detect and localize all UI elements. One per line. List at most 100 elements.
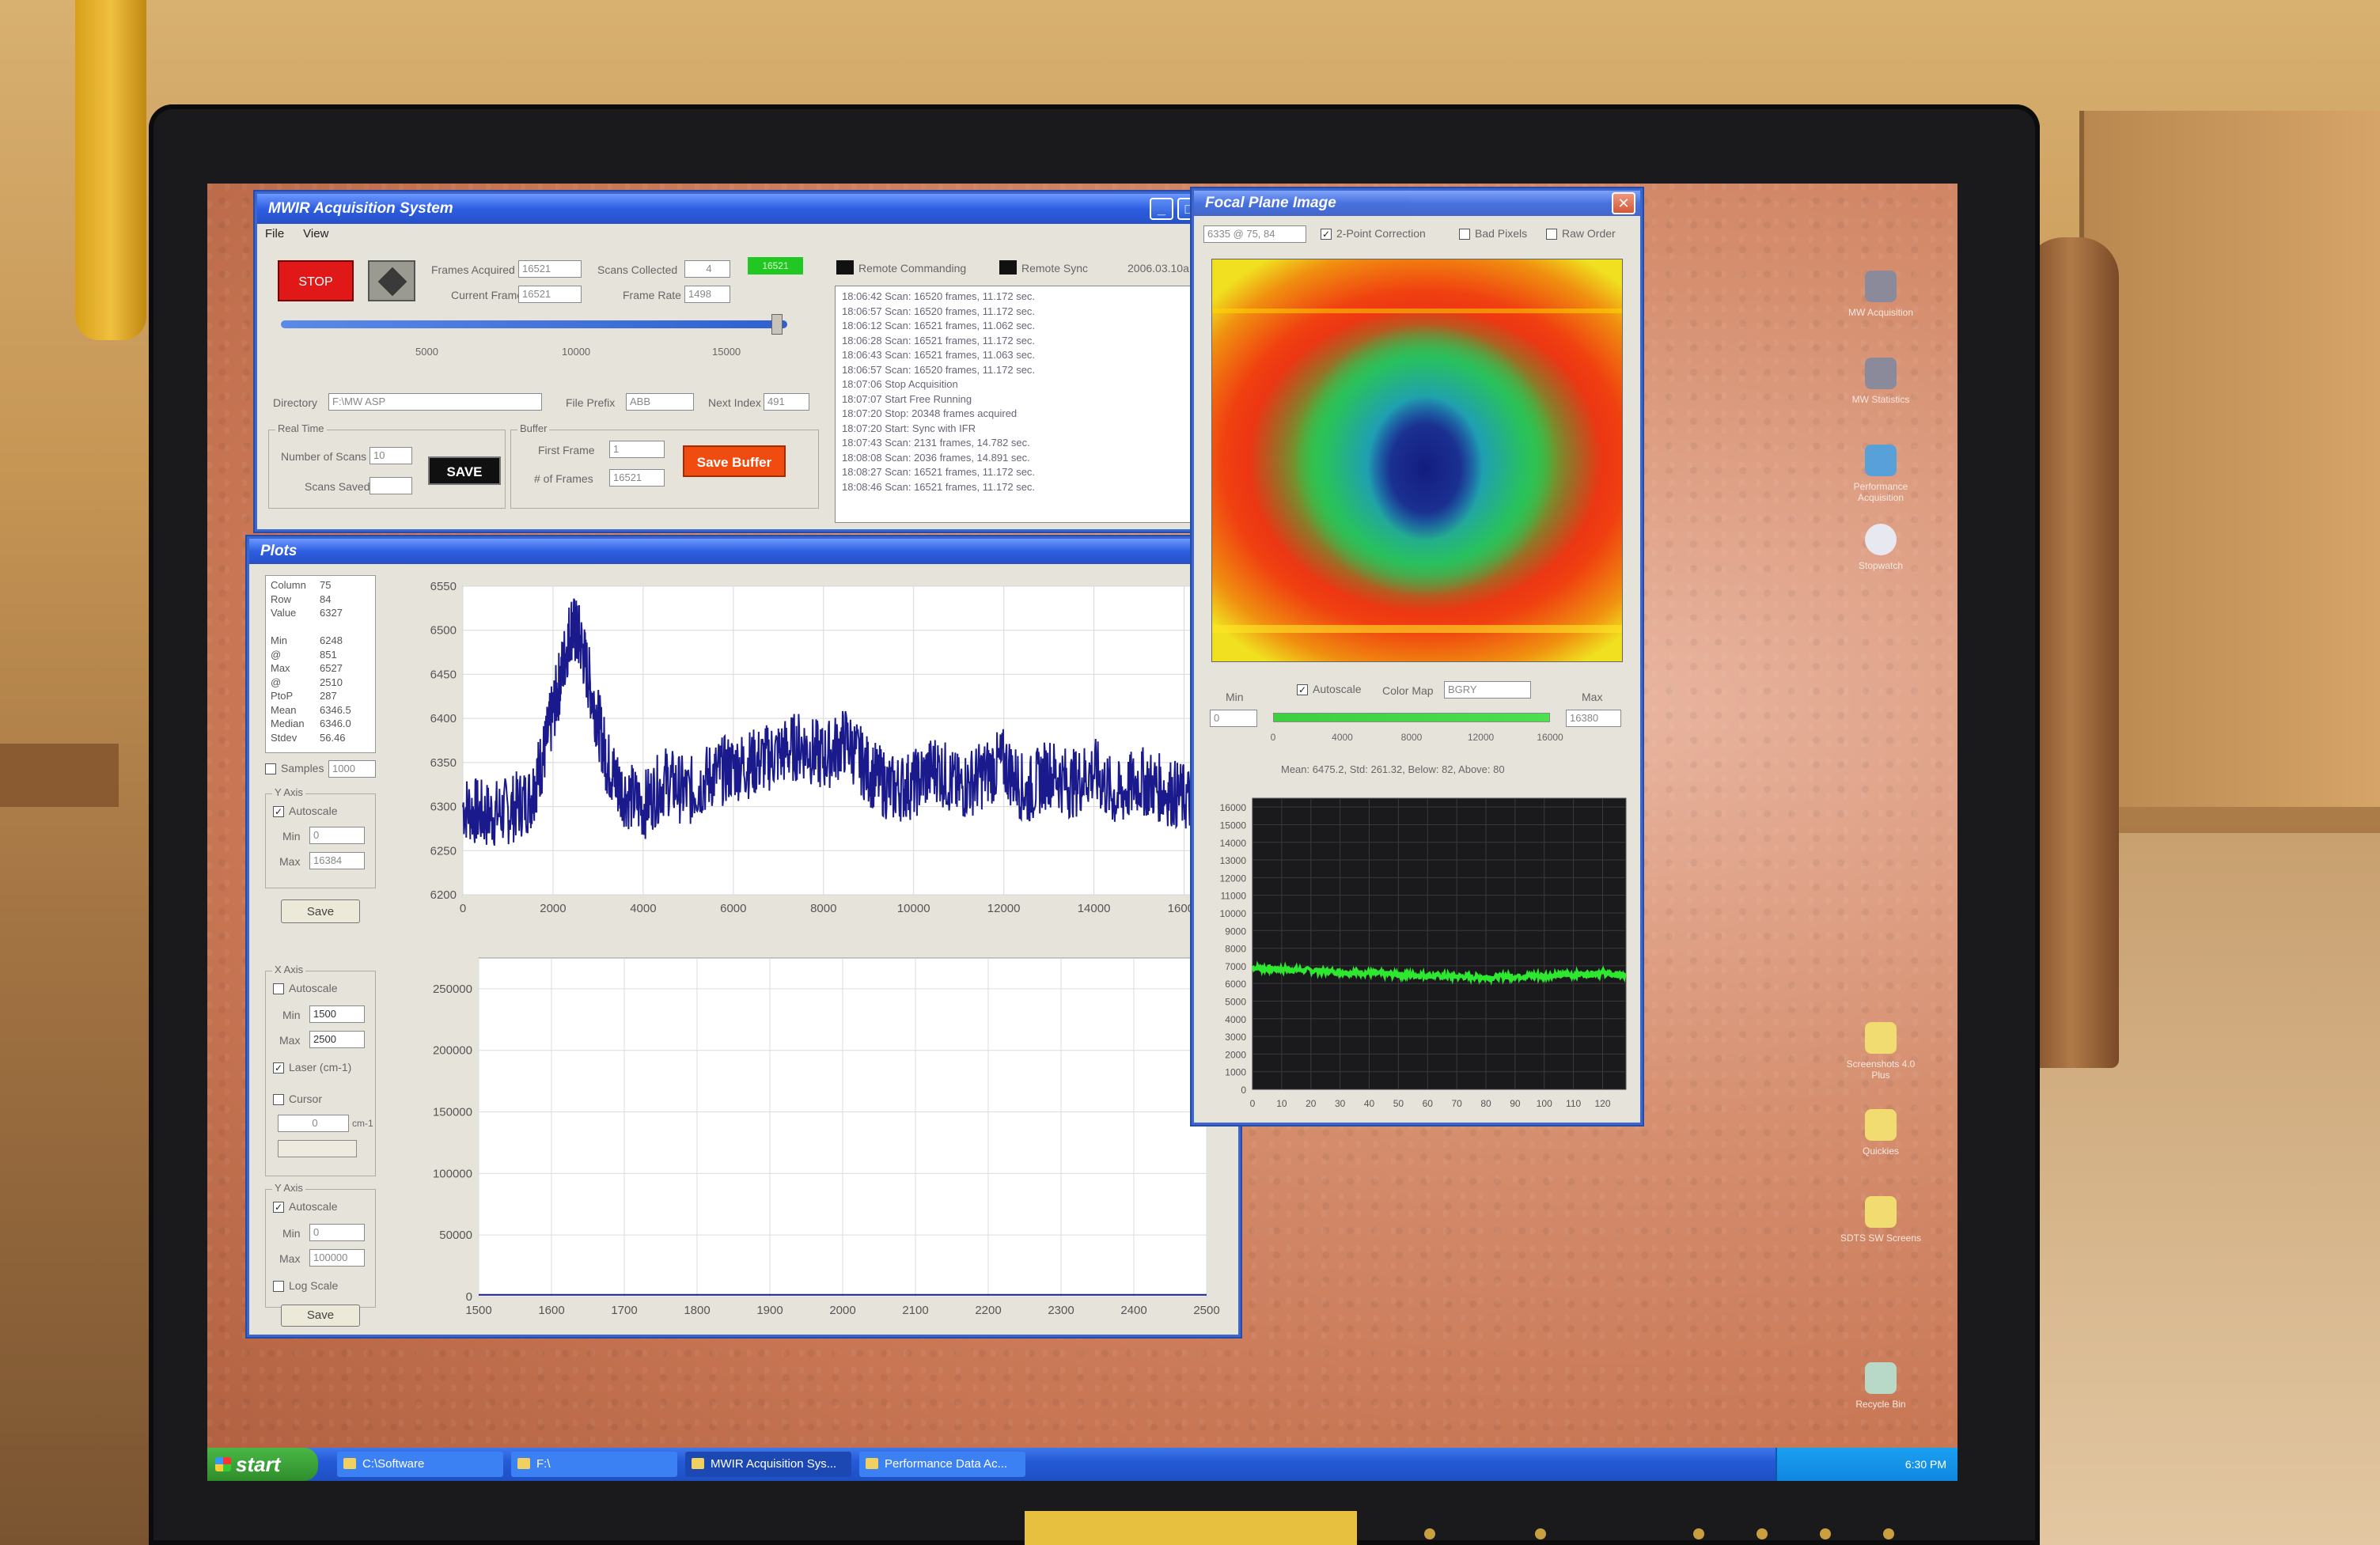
- stop-button[interactable]: STOP: [278, 260, 354, 301]
- log-line: 18:07:07 Start Free Running: [842, 392, 972, 405]
- taskbar-item-software[interactable]: C:\Software: [337, 1452, 503, 1477]
- frames-acquired-label: Frames Acquired: [431, 263, 515, 276]
- remote-commanding-toggle[interactable]: [836, 260, 854, 275]
- cursor-checkbox[interactable]: Cursor: [273, 1092, 323, 1106]
- x-tick-label: 20: [1306, 1098, 1317, 1109]
- colormap-tick: 12000: [1467, 732, 1495, 743]
- taskbar-item-mwir[interactable]: MWIR Acquisition Sys...: [685, 1452, 851, 1477]
- plots-titlebar[interactable]: Plots ✕: [249, 539, 1238, 564]
- desk: [0, 744, 119, 807]
- stat-key: Stdev: [271, 731, 298, 744]
- log-scale-checkbox[interactable]: Log Scale: [273, 1279, 338, 1293]
- frame-slider[interactable]: [281, 320, 787, 328]
- cursor-field[interactable]: 0: [278, 1115, 349, 1132]
- save-button[interactable]: Save: [281, 899, 360, 923]
- y2-max-field[interactable]: 100000: [309, 1249, 365, 1267]
- bad-pixels-checkbox[interactable]: Bad Pixels: [1459, 227, 1527, 240]
- save-button[interactable]: Save: [281, 1305, 360, 1327]
- directory-field[interactable]: F:\MW ASP: [328, 393, 542, 411]
- frame-slider-thumb[interactable]: [771, 314, 783, 335]
- image-stats: Mean: 6475.2, Std: 261.32, Below: 82, Ab…: [1281, 763, 1505, 775]
- x-min-field[interactable]: 1500: [309, 1005, 365, 1023]
- log-line: 18:07:20 Start: Sync with IFR: [842, 422, 976, 434]
- acquisition-window: MWIR Acquisition System _ □ ✕ File View …: [255, 191, 1236, 532]
- y-max-field[interactable]: 16384: [309, 852, 365, 869]
- num-frames-field[interactable]: 16521: [609, 469, 665, 487]
- y-tick-label: 6450: [430, 668, 457, 681]
- desktop-icon-recycle-bin[interactable]: Recycle Bin: [1837, 1362, 1924, 1410]
- cursor-label: Cursor: [289, 1092, 323, 1105]
- desktop-icon-quickies[interactable]: Quickies: [1837, 1109, 1924, 1157]
- next-index-field[interactable]: 491: [764, 393, 809, 411]
- two-point-checkbox[interactable]: ✓ 2-Point Correction: [1321, 227, 1426, 240]
- plot-area[interactable]: [1252, 797, 1627, 1090]
- desktop-icon-sdts[interactable]: SDTS SW Screens: [1837, 1196, 1924, 1244]
- autoscale-checkbox[interactable]: ✓ Autoscale: [273, 805, 337, 818]
- clock: 6:30 PM: [1904, 1458, 1946, 1471]
- laser-checkbox[interactable]: ✓ Laser (cm-1): [273, 1061, 351, 1074]
- y2-autoscale-checkbox[interactable]: ✓ Autoscale: [273, 1200, 337, 1214]
- slider-tick: 5000: [415, 346, 438, 358]
- save-button[interactable]: SAVE: [428, 456, 501, 485]
- x-tick-label: 30: [1335, 1098, 1346, 1109]
- y-tick-label: 11000: [1221, 891, 1247, 902]
- autoscale-checkbox[interactable]: ✓ Autoscale: [1297, 683, 1361, 696]
- raw-order-checkbox[interactable]: Raw Order: [1546, 227, 1616, 240]
- remote-sync-label: Remote Sync: [1021, 262, 1089, 275]
- start-button[interactable]: start: [207, 1448, 318, 1481]
- num-scans-field[interactable]: 10: [370, 447, 412, 464]
- taskbar-item-performance[interactable]: Performance Data Ac...: [859, 1452, 1025, 1477]
- stat-value: 2510: [320, 676, 343, 688]
- menu-view[interactable]: View: [303, 224, 328, 244]
- log-line: 18:08:46 Scan: 16521 frames, 11.172 sec.: [842, 480, 1036, 493]
- x-tick-label: 1900: [756, 1304, 783, 1317]
- focal-plane-titlebar[interactable]: Focal Plane Image ✕: [1194, 191, 1640, 216]
- image-stripe: [1212, 309, 1622, 313]
- max-field[interactable]: 16380: [1566, 710, 1621, 727]
- desktop-icon-label: Stopwatch: [1858, 560, 1904, 571]
- desktop-icon-label: Recycle Bin: [1855, 1399, 1906, 1410]
- x-autoscale-checkbox[interactable]: Autoscale: [273, 982, 337, 995]
- stat-value: 6248: [320, 634, 343, 646]
- remote-sync-toggle[interactable]: [999, 260, 1017, 275]
- minimize-button[interactable]: _: [1150, 198, 1173, 220]
- stat-key: @: [271, 676, 282, 688]
- log-line: 18:07:06 Stop Acquisition: [842, 378, 958, 390]
- save-buffer-button[interactable]: Save Buffer: [683, 445, 786, 477]
- focal-plane-image[interactable]: [1211, 259, 1623, 662]
- folder-icon: [1865, 1109, 1897, 1141]
- stat-value: 75: [320, 579, 332, 591]
- y-tick-label: 16000: [1220, 802, 1247, 813]
- y-min-field[interactable]: 0: [309, 827, 365, 844]
- y-tick-label: 6250: [430, 844, 457, 858]
- pixel-readout: 6335 @ 75, 84: [1203, 225, 1306, 243]
- first-frame-field[interactable]: 1: [609, 441, 665, 458]
- min-field[interactable]: 0: [1210, 710, 1257, 727]
- desktop-icon-stopwatch[interactable]: Stopwatch: [1837, 524, 1924, 571]
- samples-field[interactable]: 1000: [328, 760, 376, 778]
- desktop-icon-mw-statistics[interactable]: MW Statistics: [1837, 358, 1924, 405]
- colormap-select[interactable]: BGRY: [1444, 681, 1531, 699]
- samples-checkbox[interactable]: Samples: [265, 762, 324, 775]
- taskbar-item-f-drive[interactable]: F:\: [511, 1452, 677, 1477]
- desktop-icon-mw-acquisition[interactable]: MW Acquisition: [1837, 271, 1924, 318]
- acquisition-titlebar[interactable]: MWIR Acquisition System _ □ ✕: [257, 194, 1234, 224]
- menu-file[interactable]: File: [265, 224, 284, 244]
- y2-min-field[interactable]: 0: [309, 1224, 365, 1241]
- x-tick-label: 1800: [684, 1304, 710, 1317]
- file-prefix-field[interactable]: ABB: [626, 393, 694, 411]
- desktop-icon-screenshots[interactable]: Screenshots 4.0 Plus: [1837, 1022, 1924, 1081]
- colormap-tick: 4000: [1332, 732, 1353, 743]
- desktop-icon-performance-acquisition[interactable]: Performance Acquisition: [1837, 445, 1924, 503]
- acquisition-log[interactable]: 18:06:42 Scan: 16520 frames, 11.172 sec.…: [835, 286, 1199, 523]
- x-tick-label: 6000: [720, 902, 746, 915]
- x-tick-label: 110: [1566, 1098, 1581, 1109]
- colormap-range-bar[interactable]: [1273, 713, 1550, 722]
- stats-list: Column 75 Row 84 Value 6327 Min 6248 @851 Max 6527…: [271, 578, 370, 744]
- close-button[interactable]: ✕: [1612, 192, 1635, 214]
- frame-rate-field: 1498: [684, 286, 730, 303]
- current-frame-field: 16521: [518, 286, 582, 303]
- crosshair-button[interactable]: [368, 260, 415, 301]
- stat-key: PtoP: [271, 690, 294, 702]
- x-max-field[interactable]: 2500: [309, 1031, 365, 1048]
